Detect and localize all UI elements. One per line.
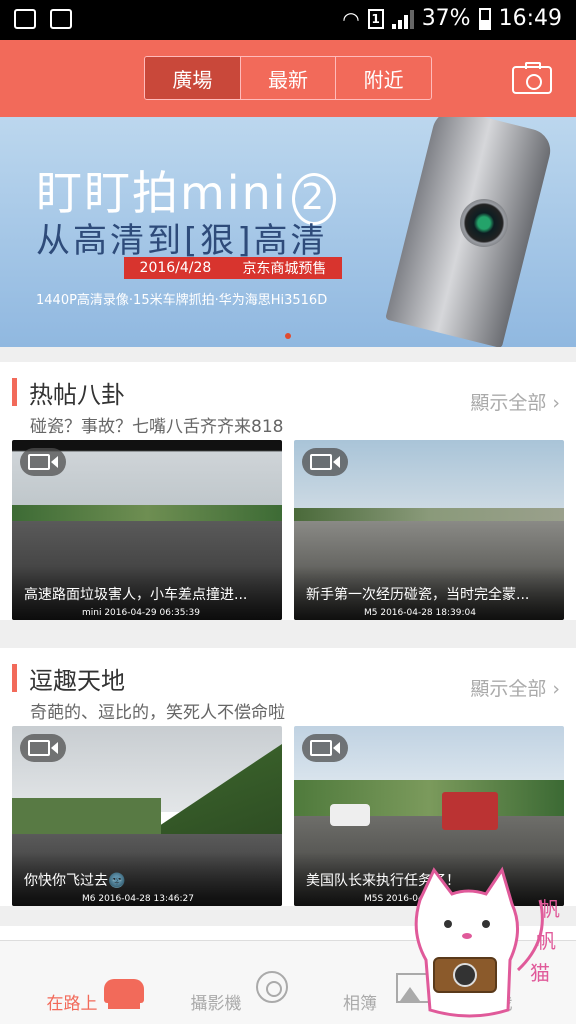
banner-tagline: 从高清到[狠]高清 [36, 221, 328, 261]
section-subtitle: 奇葩的、逗比的，笑死人不偿命啦 [30, 703, 285, 723]
banner-specs: 1440P高清录像·15米车牌抓拍·华为海思Hi3516D [36, 293, 328, 308]
video-caption: 你快你飞过去🌚 [24, 873, 126, 889]
camera-icon[interactable] [512, 62, 552, 94]
email-icon [14, 9, 36, 29]
nav-label: 攝影機 [190, 994, 242, 1014]
tab-latest[interactable]: 最新 [241, 57, 337, 99]
nav-on-the-road[interactable]: 在路上 [0, 941, 144, 1024]
video-card[interactable]: 你快你飞过去🌚 M6 2016-04-28 13:46:27 [12, 726, 282, 906]
video-card[interactable]: 高速路面垃圾害人，小车差点撞进... mini 2016-04-29 06:35… [12, 440, 282, 620]
svg-text:猫: 猫 [530, 961, 550, 985]
app-header: 廣場 最新 附近 [0, 40, 576, 117]
section-subtitle: 碰瓷？事故？七嘴八舌齐齐来818 [30, 417, 284, 437]
clock: 16:49 [498, 6, 562, 31]
svg-text:帆: 帆 [536, 929, 556, 953]
video-caption: 高速路面垃圾害人，小车差点撞进... [24, 587, 248, 603]
video-icon [20, 448, 66, 476]
video-icon [302, 734, 348, 762]
tab-nearby[interactable]: 附近 [336, 57, 431, 99]
section-header: 逗趣天地 [12, 664, 125, 695]
show-all-link[interactable]: 顯示全部 › [470, 388, 560, 415]
battery-icon [478, 7, 491, 30]
video-timestamp: M5 2016-04-28 18:39:04 [364, 608, 476, 618]
section-title: 热帖八卦 [29, 380, 125, 409]
nav-camera[interactable]: 攝影機 [144, 941, 288, 1024]
sim-icon: 1 [367, 8, 384, 29]
carousel-indicator [0, 333, 576, 339]
video-timestamp: mini 2016-04-29 06:35:39 [82, 608, 200, 618]
video-icon [20, 734, 66, 762]
show-all-link[interactable]: 顯示全部 › [470, 674, 560, 701]
video-icon [302, 448, 348, 476]
video-card[interactable]: 新手第一次经历碰瓷，当时完全蒙... M5 2016-04-28 18:39:0… [294, 440, 564, 620]
nav-label: 相簿 [343, 994, 377, 1014]
gallery-notification-icon [50, 9, 72, 29]
battery-percent: 37% [421, 6, 471, 31]
cat-watermark: 帆 帆 猫 [414, 866, 560, 1018]
tab-square[interactable]: 廣場 [145, 57, 241, 99]
section-title: 逗趣天地 [29, 666, 125, 695]
section-header: 热帖八卦 [12, 378, 125, 409]
video-timestamp: M6 2016-04-28 13:46:27 [82, 894, 194, 904]
dashcam-lens [460, 199, 508, 247]
promo-banner[interactable]: 盯盯拍mini 2 从高清到[狠]高清 2016/4/28 京东商城预售 1440P… [0, 117, 576, 347]
status-bar: ◠ 1 37% 16:49 [0, 0, 576, 40]
section-hot-posts: 热帖八卦 碰瓷？事故？七嘴八舌齐齐来818 顯示全部 › 高速路面垃圾害人，小车… [0, 362, 576, 620]
banner-presale: 2016/4/28 京东商城预售 [124, 257, 342, 279]
svg-text:帆: 帆 [540, 897, 560, 921]
video-caption: 新手第一次经历碰瓷，当时完全蒙... [306, 587, 530, 603]
nav-label: 在路上 [46, 994, 98, 1014]
feed-tabs: 廣場 最新 附近 [144, 56, 432, 100]
wifi-icon: ◠ [342, 6, 360, 31]
signal-icon [391, 9, 414, 29]
car-icon [104, 979, 144, 1009]
dashcam-icon [256, 971, 288, 1003]
